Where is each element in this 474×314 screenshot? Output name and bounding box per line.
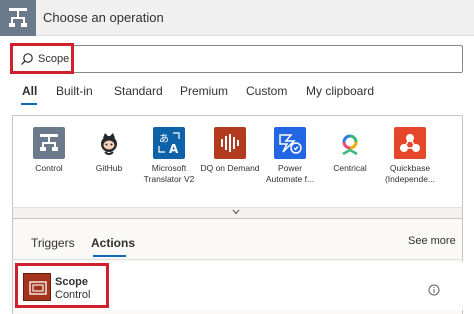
dialog-title: Choose an operation [43, 10, 164, 25]
tab-actions[interactable]: Actions [91, 236, 135, 250]
connector-label: Microsoft Translator V2 [143, 163, 195, 184]
connector-label: Control [35, 163, 63, 173]
divider [12, 259, 463, 260]
dialog-header: Choose an operation [0, 0, 474, 36]
connector-github[interactable]: GitHub [78, 127, 140, 174]
connector-quickbase[interactable]: Quickbase (Independe... [379, 127, 441, 185]
svg-text:あ: あ [159, 133, 169, 145]
centrical-icon [334, 127, 366, 159]
control-icon [33, 127, 65, 159]
connector-centrical[interactable]: Centrical [319, 127, 381, 174]
search-box[interactable] [12, 45, 463, 73]
tab-built-in[interactable]: Built-in [56, 84, 93, 98]
github-icon [93, 127, 125, 159]
connector-control[interactable]: Control [18, 127, 80, 174]
connector-label: DQ on Demand [200, 163, 260, 173]
chevron-down-icon[interactable] [232, 209, 240, 215]
connector-dq-on-demand[interactable]: DQ on Demand [199, 127, 261, 174]
svg-text:A: A [169, 142, 179, 156]
connector-power-automate[interactable]: Power Automate f... [259, 127, 321, 185]
see-more-link[interactable]: See more [408, 235, 456, 247]
action-highlight-box [15, 263, 109, 308]
dq-icon [214, 127, 246, 159]
connector-label: Quickbase (Independe... [384, 163, 436, 184]
category-tabs: All Built-in Standard Premium Custom My … [0, 84, 474, 106]
tab-premium[interactable]: Premium [180, 84, 228, 98]
tab-all[interactable]: All [22, 84, 37, 98]
connector-label: Centrical [333, 163, 367, 173]
tab-my-clipboard[interactable]: My clipboard [306, 84, 374, 98]
quickbase-icon [394, 127, 426, 159]
tab-standard[interactable]: Standard [114, 84, 163, 98]
active-subtab-indicator [93, 255, 126, 257]
connector-microsoft-translator[interactable]: あ A Microsoft Translator V2 [138, 127, 200, 185]
tab-triggers[interactable]: Triggers [31, 236, 75, 250]
connector-label: Power Automate f... [265, 163, 315, 184]
active-tab-indicator [21, 103, 37, 105]
search-highlight-box [10, 43, 74, 74]
info-icon[interactable] [428, 284, 440, 296]
tab-custom[interactable]: Custom [246, 84, 287, 98]
power-automate-icon [274, 127, 306, 159]
translator-icon: あ A [153, 127, 185, 159]
control-icon [0, 0, 36, 36]
connector-label: GitHub [95, 163, 123, 173]
